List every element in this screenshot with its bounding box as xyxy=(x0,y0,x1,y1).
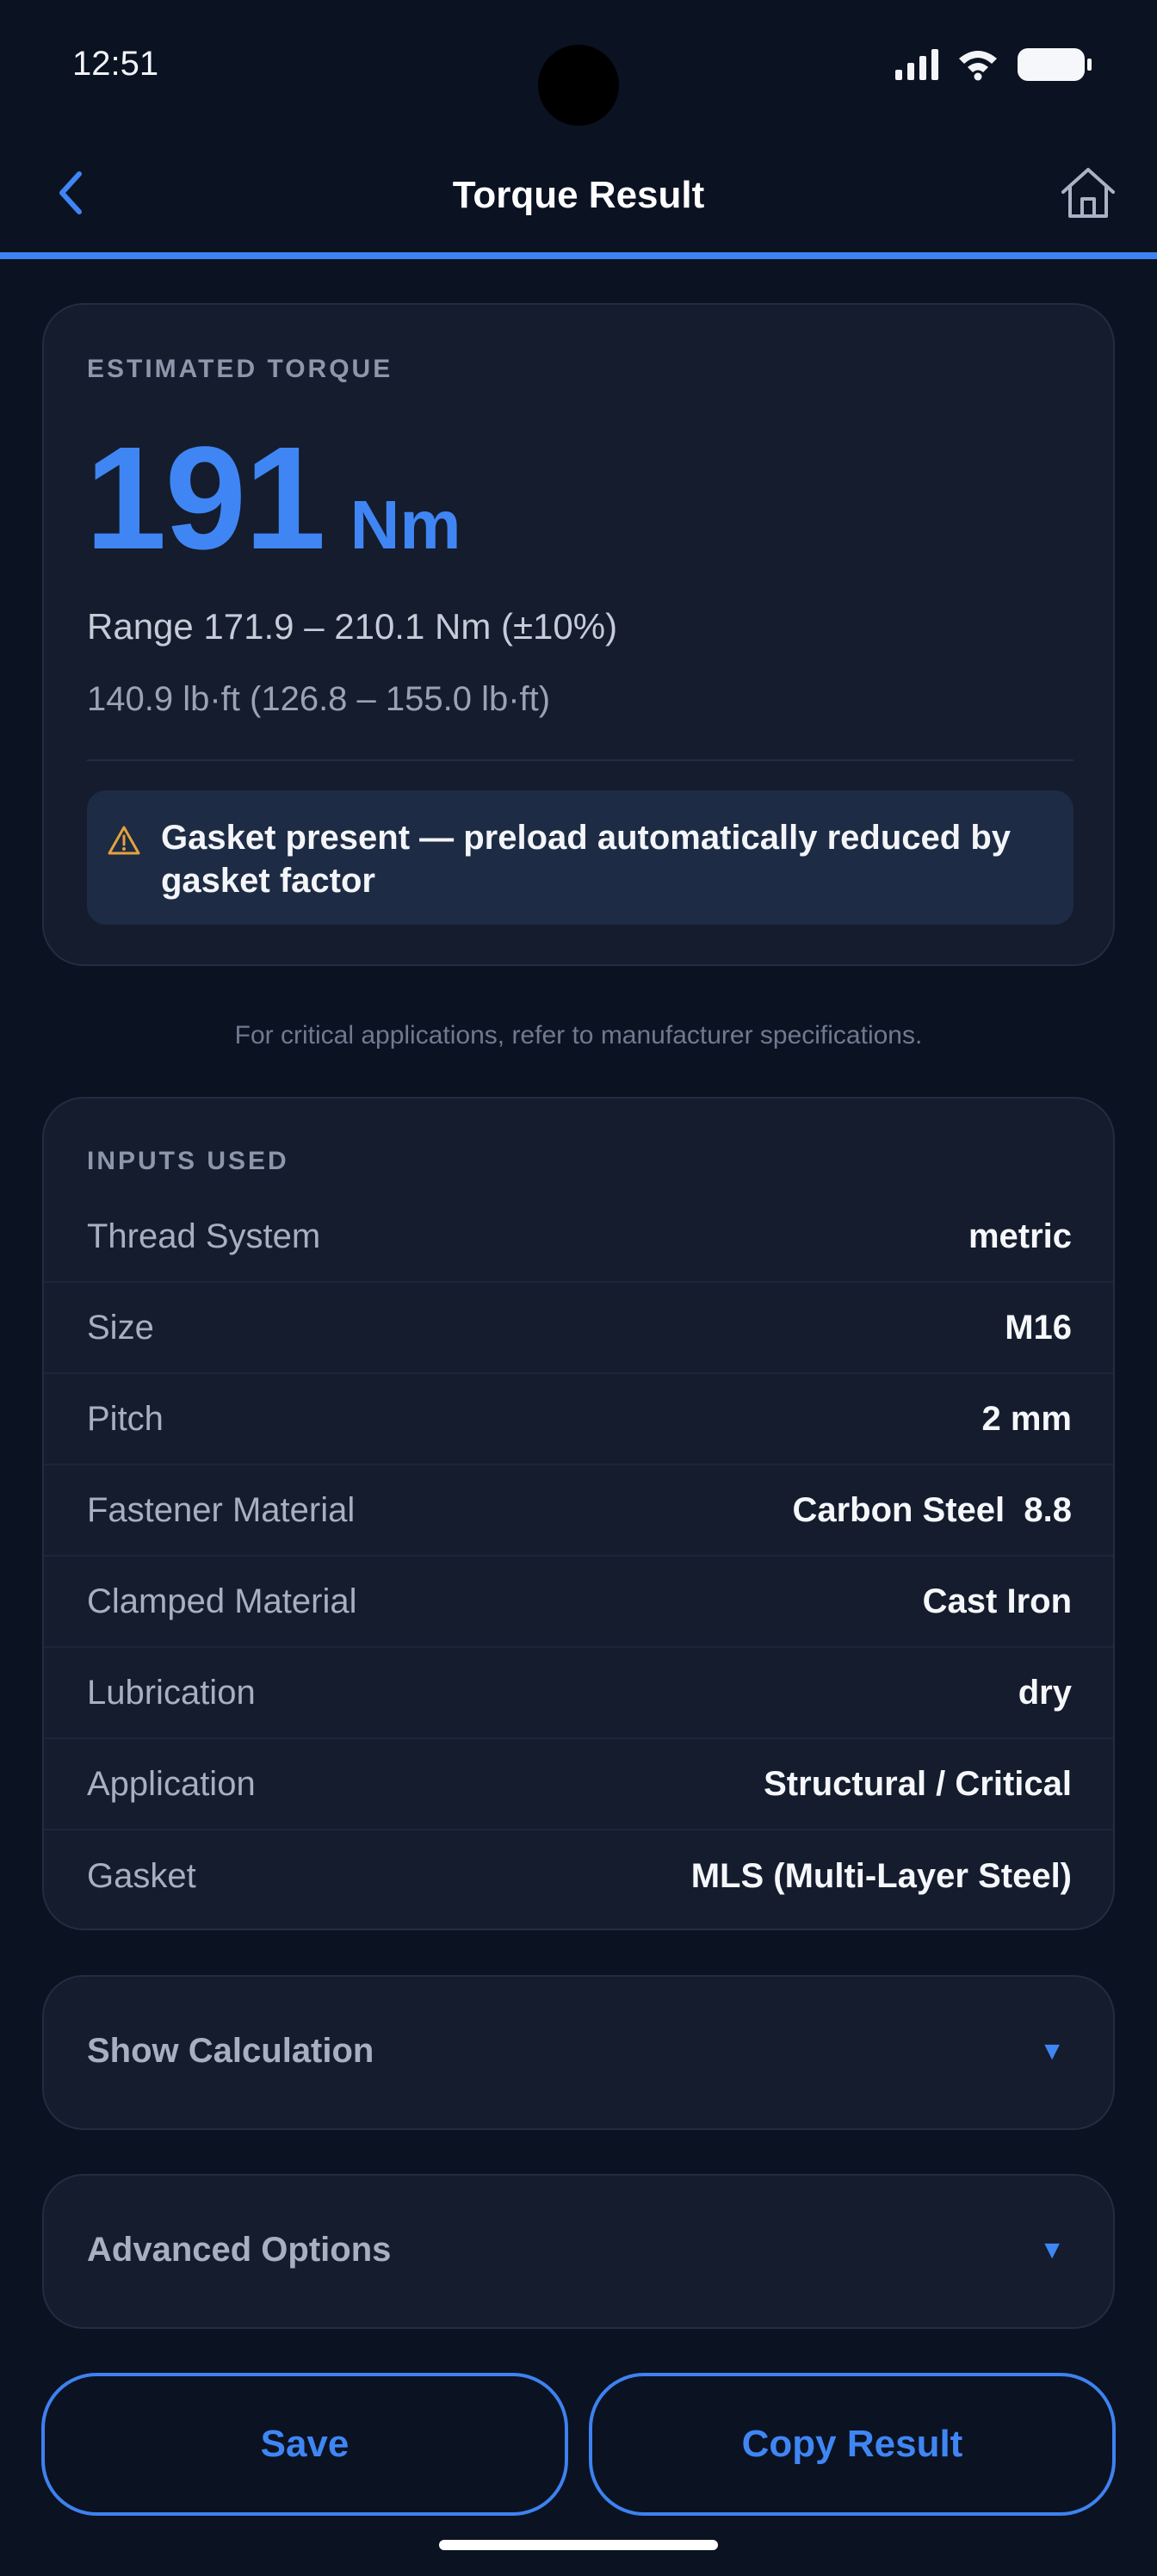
wifi-icon xyxy=(959,51,997,81)
page-title: Torque Result xyxy=(452,174,705,216)
input-value: metric xyxy=(968,1217,1072,1255)
input-value: M16 xyxy=(1005,1308,1072,1347)
input-label: Fastener Material xyxy=(87,1490,356,1529)
show-calculation-label: Show Calculation xyxy=(87,2032,374,2070)
home-icon xyxy=(1061,168,1115,218)
input-row-fastener-material: Fastener Material Carbon Steel 8.8 xyxy=(44,1465,1113,1557)
home-indicator[interactable] xyxy=(439,2540,718,2550)
app-bar: Torque Result xyxy=(0,129,1157,257)
chevron-down-icon: ▼ xyxy=(1039,2236,1065,2264)
inputs-card: INPUTS USED Thread System metric Size M1… xyxy=(42,1097,1115,1930)
disclaimer-text: For critical applications, refer to manu… xyxy=(234,1021,923,1050)
status-bar: 12:51 xyxy=(0,0,1157,129)
input-label: Clamped Material xyxy=(87,1582,357,1620)
status-time: 12:51 xyxy=(72,45,159,83)
estimated-torque-label: ESTIMATED TORQUE xyxy=(87,355,393,383)
home-button[interactable] xyxy=(1057,162,1119,224)
input-label: Thread System xyxy=(87,1217,321,1255)
show-calculation-expander[interactable]: Show Calculation ▼ xyxy=(42,1975,1115,2130)
torque-range: Range 171.9 – 210.1 Nm (±10%) xyxy=(87,606,618,647)
camera-cutout xyxy=(538,45,619,126)
chevron-down-icon: ▼ xyxy=(1039,2037,1065,2065)
advanced-options-expander[interactable]: Advanced Options ▼ xyxy=(42,2174,1115,2329)
torque-display: 191 Nm xyxy=(85,425,461,572)
input-row-size: Size M16 xyxy=(44,1283,1113,1374)
input-label: Lubrication xyxy=(87,1673,256,1712)
input-row-application: Application Structural / Critical xyxy=(44,1739,1113,1830)
input-label: Gasket xyxy=(87,1856,196,1895)
gasket-notice: Gasket present — preload automatically r… xyxy=(87,790,1073,925)
torque-value: 191 xyxy=(85,417,326,580)
warning-icon xyxy=(108,826,140,855)
divider xyxy=(87,759,1073,761)
advanced-options-label: Advanced Options xyxy=(87,2231,392,2269)
input-row-lubrication: Lubrication dry xyxy=(44,1648,1113,1739)
input-row-pitch: Pitch 2 mm xyxy=(44,1374,1113,1465)
inputs-used-label: INPUTS USED xyxy=(87,1147,289,1175)
input-row-thread-system: Thread System metric xyxy=(44,1192,1113,1283)
status-icons xyxy=(895,48,1092,81)
input-value: dry xyxy=(1018,1673,1072,1712)
battery-icon xyxy=(1018,48,1092,81)
result-card: ESTIMATED TORQUE 191 Nm Range 171.9 – 21… xyxy=(42,303,1115,966)
gasket-notice-text: Gasket present — preload automatically r… xyxy=(161,819,1011,900)
input-value: Carbon Steel 8.8 xyxy=(792,1490,1072,1529)
input-value: 2 mm xyxy=(981,1399,1073,1438)
app-bar-accent-line xyxy=(0,252,1157,259)
input-label: Size xyxy=(87,1308,154,1347)
input-row-clamped-material: Clamped Material Cast Iron xyxy=(44,1557,1113,1648)
screen: 12:51 Torque Result ESTIMATED TORQUE 191… xyxy=(0,0,1157,2576)
input-value: Cast Iron xyxy=(922,1582,1072,1620)
save-button[interactable]: Save xyxy=(41,2373,568,2516)
input-label: Pitch xyxy=(87,1399,164,1438)
cellular-signal-icon xyxy=(895,49,938,80)
torque-unit: Nm xyxy=(350,486,461,563)
copy-result-button[interactable]: Copy Result xyxy=(589,2373,1116,2516)
input-row-gasket: Gasket MLS (Multi-Layer Steel) xyxy=(44,1830,1113,1922)
input-label: Application xyxy=(87,1764,256,1803)
torque-imperial: 140.9 lb·ft (126.8 – 155.0 lb·ft) xyxy=(87,680,551,718)
input-value: MLS (Multi-Layer Steel) xyxy=(690,1856,1072,1895)
input-value: Structural / Critical xyxy=(764,1764,1072,1803)
